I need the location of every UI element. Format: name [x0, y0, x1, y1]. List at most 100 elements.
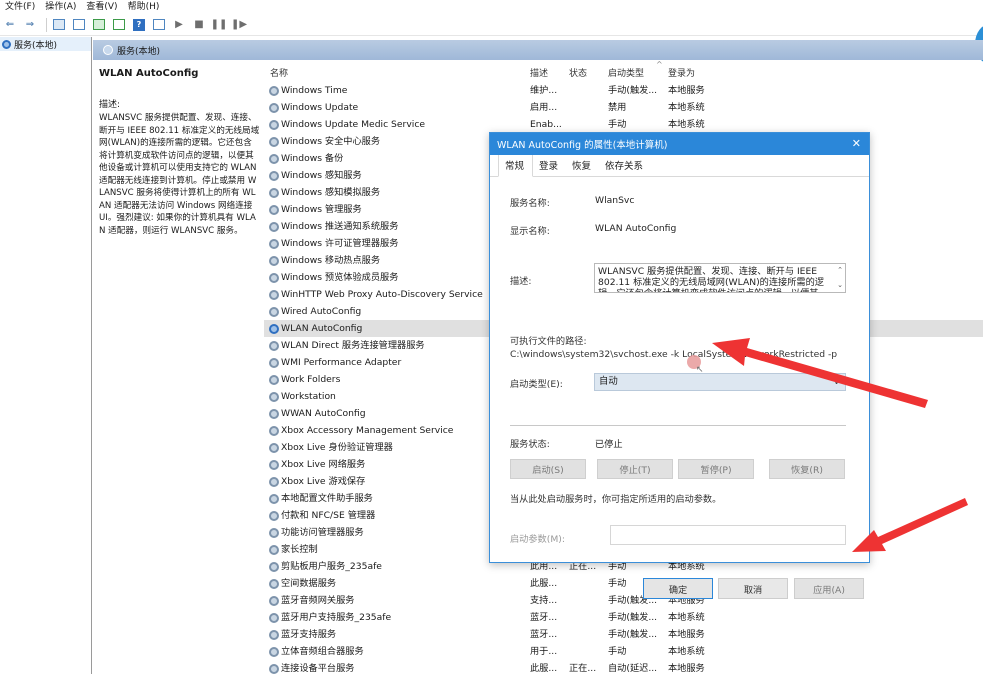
forward-icon[interactable]: ⇒ — [22, 17, 38, 33]
service-row[interactable]: Windows Update 启用... 禁用 本地系统 — [264, 99, 983, 116]
properties-icon[interactable] — [71, 17, 87, 33]
row-logon: 本地服务 — [668, 85, 705, 96]
service-gear-icon — [269, 221, 279, 232]
start-params-hint: 当从此处启动服务时，你可指定所适用的启动参数。 — [510, 494, 722, 505]
row-name-text: 付款和 NFC/SE 管理器 — [281, 510, 376, 521]
row-name-text: 家长控制 — [281, 544, 318, 555]
tab-dependencies[interactable]: 依存关系 — [599, 158, 651, 176]
service-gear-icon — [269, 255, 279, 266]
service-gear-icon — [269, 629, 279, 640]
column-header-logon[interactable]: 登录为 — [668, 66, 695, 79]
startup-type-select[interactable]: 自动 V — [594, 373, 846, 391]
row-name-text: Windows 推送通知系统服务 — [281, 221, 399, 232]
apply-button[interactable]: 应用(A) — [794, 578, 864, 599]
show-hide-icon[interactable] — [151, 17, 167, 33]
service-row[interactable]: 空间数据服务此服...手动本地服务 — [264, 575, 983, 592]
console-tree-icon[interactable] — [51, 17, 67, 33]
row-desc: 蓝牙... — [530, 629, 558, 640]
service-row[interactable]: 蓝牙音频网关服务 支持... 手动(触发... 本地服务 — [264, 592, 983, 609]
pause-icon[interactable]: ❚❚ — [211, 17, 228, 33]
service-gear-icon — [269, 527, 279, 538]
row-name: Windows 推送通知系统服务 — [269, 218, 398, 235]
panel-header-title: 服务(本地) — [117, 46, 161, 57]
tab-recovery[interactable]: 恢复 — [566, 158, 599, 176]
row-logon: 本地系统 — [668, 612, 705, 623]
service-row[interactable]: 蓝牙用户支持服务_235afe 蓝牙... 手动(触发... 本地系统 — [264, 609, 983, 626]
service-gear-icon — [269, 510, 279, 521]
menu-help[interactable]: 帮助(H) — [123, 0, 165, 14]
startup-type-label: 启动类型(E): — [510, 379, 563, 390]
row-startup: 手动(触发... — [608, 85, 658, 96]
row-name: Windows 安全中心服务 — [269, 133, 380, 150]
row-logon: 本地服务 — [668, 663, 705, 674]
ok-button[interactable]: 确定 — [643, 578, 713, 599]
row-name-text: Windows 感知服务 — [281, 170, 362, 181]
start-params-input[interactable] — [610, 525, 846, 545]
row-name-text: Windows 预览体验成员服务 — [281, 272, 399, 283]
back-icon[interactable]: ⇐ — [2, 17, 18, 33]
play-icon[interactable]: ▶ — [171, 17, 187, 33]
stop-icon[interactable]: ■ — [191, 17, 207, 33]
service-gear-icon — [269, 391, 279, 402]
close-icon[interactable]: ✕ — [852, 137, 861, 150]
service-row[interactable]: Windows Time 维护... 手动(触发... 本地服务 — [264, 82, 983, 99]
row-name: Windows 许可证管理器服务 — [269, 235, 398, 252]
start-button[interactable]: 启动(S) — [510, 459, 586, 479]
toolbar: ⇐ ⇒ ? ▶ ■ ❚❚ ❚▶ — [0, 14, 983, 36]
section-divider — [510, 425, 846, 426]
service-gear-icon — [269, 442, 279, 453]
column-header-startup[interactable]: 启动类型 — [608, 66, 644, 79]
service-gear-icon — [269, 476, 279, 487]
pause-button[interactable]: 暂停(P) — [678, 459, 754, 479]
row-name-text: Workstation — [281, 391, 336, 402]
restart-icon[interactable]: ❚▶ — [231, 17, 247, 33]
service-gear-icon — [269, 612, 279, 623]
column-header-name[interactable]: 名称 — [270, 66, 288, 79]
row-name-text: 空间数据服务 — [281, 578, 337, 589]
tab-logon[interactable]: 登录 — [533, 158, 566, 176]
row-name-text: WinHTTP Web Proxy Auto-Discovery Service — [281, 289, 483, 300]
row-name-text: 连接设备平台服务 — [281, 663, 355, 674]
row-name-text: Windows Update — [281, 102, 359, 113]
service-gear-icon — [269, 170, 279, 181]
service-row[interactable]: Windows Update Medic Service Enab... 手动 本地系… — [264, 116, 983, 133]
scroll-up-icon[interactable]: ⌃ — [837, 265, 843, 276]
stop-button[interactable]: 停止(T) — [597, 459, 673, 479]
column-header-desc[interactable]: 描述 — [530, 66, 548, 79]
cancel-button[interactable]: 取消 — [718, 578, 788, 599]
row-name: WLAN AutoConfig — [269, 320, 362, 337]
row-name: Wired AutoConfig — [269, 303, 361, 320]
help-icon[interactable]: ? — [131, 17, 147, 33]
resume-button[interactable]: 恢复(R) — [769, 459, 845, 479]
service-gear-icon — [269, 289, 279, 300]
service-gear-icon — [269, 187, 279, 198]
mouse-cursor-icon: ↖ — [696, 365, 704, 375]
chevron-down-icon: V — [833, 376, 840, 387]
menu-action[interactable]: 操作(A) — [40, 0, 81, 14]
scroll-down-icon[interactable]: ⌄ — [837, 280, 843, 291]
export-list-icon[interactable] — [111, 17, 127, 33]
row-name: Xbox Live 身份验证管理器 — [269, 439, 393, 456]
service-description-pane: WLAN AutoConfig 描述: WLANSVC 服务提供配置、发现、连接… — [96, 60, 262, 674]
tab-general[interactable]: 常规 — [498, 154, 534, 177]
row-desc: 启用... — [530, 102, 558, 113]
tree-item-services-local[interactable]: 服务(本地) — [0, 37, 91, 51]
row-name: 家长控制 — [269, 541, 318, 558]
menu-view[interactable]: 查看(V) — [81, 0, 122, 14]
service-row[interactable]: 蓝牙支持服务 蓝牙... 手动(触发... 本地服务 — [264, 626, 983, 643]
row-name: Workstation — [269, 388, 336, 405]
description-field[interactable]: WLANSVC 服务提供配置、发现、连接、断开与 IEEE 802.11 标准定… — [594, 263, 846, 293]
service-row[interactable]: 连接设备平台服务 此服... 正在... 自动(延迟... 本地服务 — [264, 660, 983, 674]
service-gear-icon — [269, 374, 279, 385]
service-gear-icon — [269, 119, 279, 130]
service-gear-icon — [269, 493, 279, 504]
row-name-text: Xbox Live 网络服务 — [281, 459, 366, 470]
menu-file[interactable]: 文件(F) — [0, 0, 40, 14]
row-name: 蓝牙音频网关服务 — [269, 592, 355, 609]
refresh-icon[interactable] — [91, 17, 107, 33]
column-header-status[interactable]: 状态 — [569, 66, 587, 79]
service-gear-icon — [269, 459, 279, 470]
service-row[interactable]: 立体音频组合器服务 用于... 手动 本地系统 — [264, 643, 983, 660]
row-name-text: 立体音频组合器服务 — [281, 646, 364, 657]
row-name: Xbox Live 网络服务 — [269, 456, 365, 473]
